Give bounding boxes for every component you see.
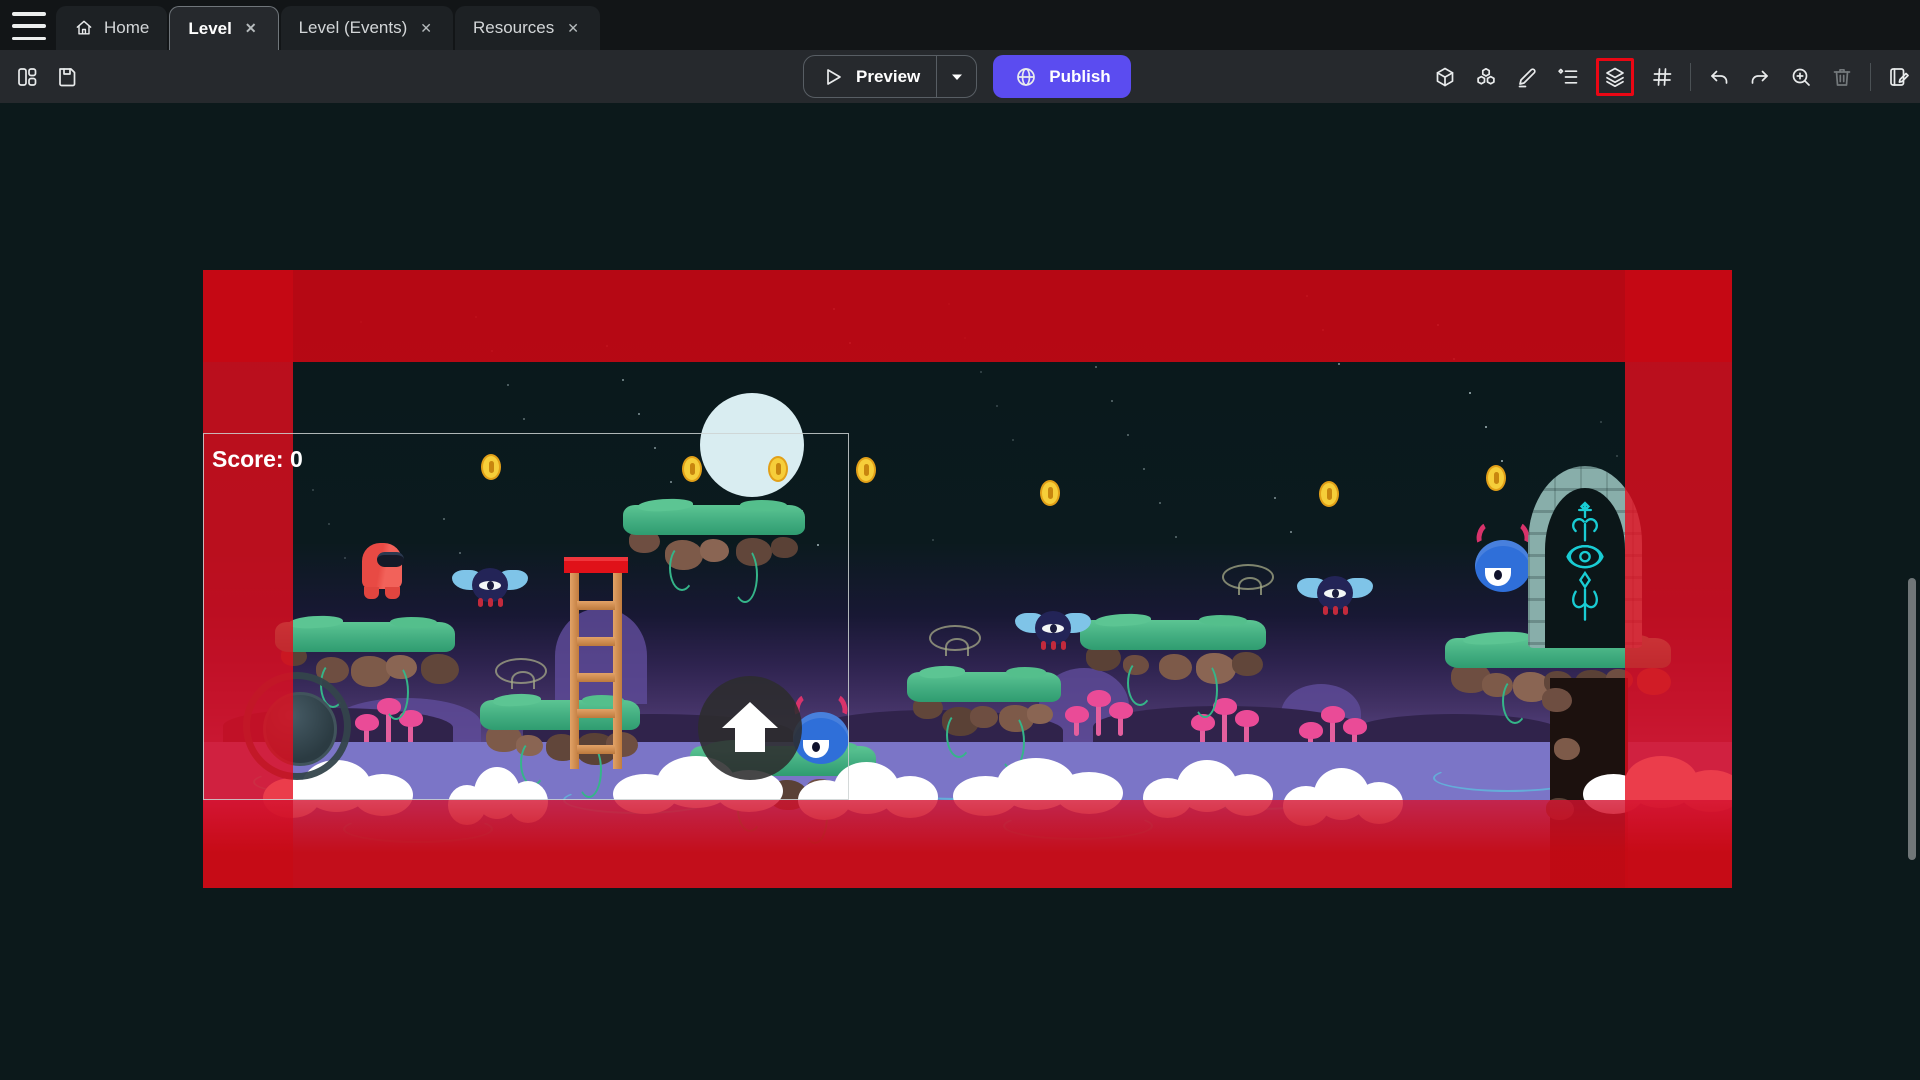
star-dot — [1274, 497, 1276, 499]
score-text-object[interactable]: Score: 0 — [212, 446, 303, 473]
toolbar-center-group: Preview Publish — [803, 55, 1131, 98]
star-dot — [1127, 434, 1129, 436]
app-window: Home Level ✕ Level (Events) ✕ Resources ✕ Prev… — [0, 0, 1920, 1080]
redo-icon[interactable] — [1747, 64, 1773, 90]
coin[interactable] — [856, 457, 876, 483]
vertical-scrollbar[interactable] — [1908, 578, 1916, 860]
mushroom-cluster — [1061, 680, 1131, 736]
tab-label: Resources — [473, 18, 554, 38]
tab-label: Level — [188, 19, 231, 39]
save-icon[interactable] — [54, 64, 80, 90]
tab-strip: Home Level ✕ Level (Events) ✕ Resources ✕ — [56, 6, 602, 50]
scene-editor-canvas[interactable]: Score: 0 2283;-300 — [0, 103, 1920, 1080]
level-border-right[interactable] — [1625, 270, 1732, 888]
star-dot — [638, 413, 640, 415]
grass-top — [1080, 620, 1266, 650]
tab-close-icon[interactable]: ✕ — [417, 18, 435, 39]
tab-bar: Home Level ✕ Level (Events) ✕ Resources ✕ — [0, 0, 1920, 50]
preview-button-main[interactable]: Preview — [804, 56, 936, 97]
tab-resources[interactable]: Resources ✕ — [455, 6, 600, 50]
bat-enemy[interactable] — [1297, 576, 1373, 614]
selection-rectangle — [203, 433, 849, 800]
star-dot — [1600, 421, 1602, 423]
pencil-icon[interactable] — [1514, 64, 1540, 90]
tab-label: Home — [104, 18, 149, 38]
level-border-bottom[interactable] — [203, 800, 1732, 888]
eye-swirl-decoration — [1222, 564, 1274, 590]
toolbar-divider — [1690, 63, 1691, 91]
toolbar-divider — [1870, 63, 1871, 91]
toolbar: Preview Publish — [0, 50, 1920, 103]
coin[interactable] — [1040, 480, 1060, 506]
coin[interactable] — [1319, 481, 1339, 507]
tab-label: Level (Events) — [299, 18, 408, 38]
star-dot — [1111, 400, 1113, 402]
preview-button[interactable]: Preview — [803, 55, 977, 98]
panels-icon[interactable] — [14, 64, 40, 90]
horned-monster[interactable] — [1475, 522, 1531, 606]
tab-level-events-[interactable]: Level (Events) ✕ — [281, 6, 453, 50]
grid-icon[interactable] — [1649, 64, 1675, 90]
star-dot — [1485, 426, 1487, 428]
home-icon — [74, 18, 94, 38]
instances-icon[interactable] — [1473, 64, 1499, 90]
scene-edit-icon[interactable] — [1886, 64, 1912, 90]
tab-home[interactable]: Home — [56, 6, 167, 50]
star-dot — [1290, 531, 1292, 533]
toolbar-left-icons — [14, 64, 80, 90]
tab-level[interactable]: Level ✕ — [169, 6, 278, 50]
star-dot — [1143, 468, 1145, 470]
star-dot — [1159, 502, 1161, 504]
star-dot — [996, 405, 998, 407]
level-frame[interactable]: Score: 0 — [203, 270, 1732, 888]
star-dot — [1616, 455, 1618, 457]
object-cube-icon[interactable] — [1432, 64, 1458, 90]
tab-close-icon[interactable]: ✕ — [242, 18, 260, 39]
publish-button[interactable]: Publish — [993, 55, 1130, 98]
star-dot — [1338, 363, 1340, 365]
coin[interactable] — [1486, 465, 1506, 491]
grass-top — [907, 672, 1061, 702]
trash-icon[interactable] — [1829, 64, 1855, 90]
hamburger-icon[interactable] — [12, 12, 46, 40]
zoom-in-icon[interactable] — [1788, 64, 1814, 90]
platform-island[interactable] — [907, 672, 1061, 736]
instance-list-icon[interactable] — [1555, 64, 1581, 90]
highlight-box — [1596, 58, 1634, 96]
bat-enemy[interactable] — [1015, 611, 1091, 649]
preview-button-label: Preview — [856, 67, 920, 87]
toolbar-right-icons — [1432, 50, 1912, 103]
tab-close-icon[interactable]: ✕ — [564, 18, 582, 39]
layers-icon[interactable] — [1602, 64, 1628, 90]
star-dot — [1095, 366, 1097, 368]
undo-icon[interactable] — [1706, 64, 1732, 90]
star-dot — [1175, 536, 1177, 538]
play-icon — [820, 64, 846, 90]
star-dot — [1469, 392, 1471, 394]
star-dot — [1501, 460, 1503, 462]
level-border-top[interactable] — [203, 270, 1732, 362]
star-dot — [507, 384, 509, 386]
chevron-down-icon — [944, 64, 970, 90]
star-dot — [1012, 439, 1014, 441]
platform-island[interactable] — [1080, 620, 1266, 684]
star-dot — [523, 418, 525, 420]
eye-swirl-decoration — [929, 625, 981, 651]
publish-button-label: Publish — [1049, 67, 1110, 87]
star-dot — [622, 379, 624, 381]
star-dot — [932, 539, 934, 541]
star-dot — [980, 371, 982, 373]
preview-dropdown-button[interactable] — [936, 56, 976, 97]
globe-icon — [1013, 64, 1039, 90]
